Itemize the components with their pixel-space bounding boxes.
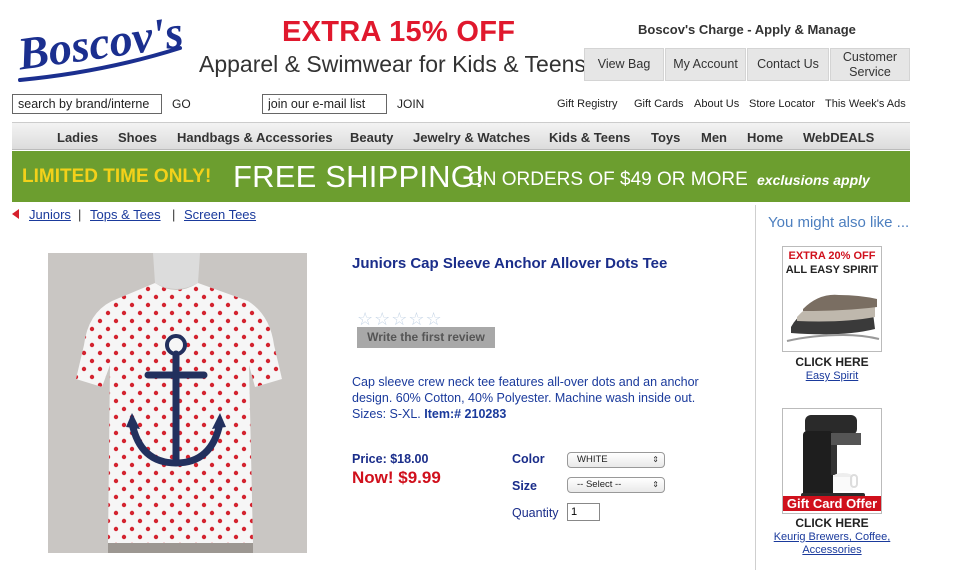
breadcrumb-juniors[interactable]: Juniors (29, 207, 71, 222)
select-arrows-icon: ⇕ (652, 480, 659, 489)
charge-apply-link[interactable]: Boscov's Charge - Apply & Manage (638, 22, 856, 37)
breadcrumb-screen-tees[interactable]: Screen Tees (184, 207, 256, 222)
customer-service-button[interactable]: Customer Service (830, 48, 910, 81)
contact-us-button[interactable]: Contact Us (747, 48, 829, 81)
ad-easy-spirit-click-here[interactable]: CLICK HERE (782, 355, 882, 369)
my-account-button[interactable]: My Account (665, 48, 746, 81)
nav-shoes[interactable]: Shoes (118, 130, 157, 145)
breadcrumb-back-arrow-icon[interactable] (12, 209, 19, 219)
nav-webdeals[interactable]: WebDEALS (803, 130, 874, 145)
search-go-button[interactable]: GO (172, 97, 191, 111)
banner-limited-time: LIMITED TIME ONLY! (22, 166, 212, 187)
quantity-input[interactable] (567, 503, 600, 521)
nav-beauty[interactable]: Beauty (350, 130, 393, 145)
original-price: Price: $18.00 (352, 452, 429, 466)
ad-keurig-link[interactable]: Keurig Brewers, Coffee, Accessories (770, 531, 894, 556)
product-item-number: Item:# 210283 (424, 407, 507, 421)
write-first-review-button[interactable]: Write the first review (357, 327, 495, 348)
sidebar-heading: You might also like ... (768, 214, 910, 231)
quantity-label: Quantity (512, 506, 559, 520)
promo-headline[interactable]: EXTRA 15% OFF (282, 16, 515, 49)
nav-handbags-accessories[interactable]: Handbags & Accessories (177, 130, 333, 145)
email-join-button[interactable]: JOIN (397, 97, 424, 111)
sale-price: Now! $9.99 (352, 468, 441, 487)
breadcrumb-separator: | (172, 207, 176, 222)
ad-easy-spirit-headline1: EXTRA 20% OFF (788, 250, 876, 262)
product-image[interactable] (48, 253, 307, 553)
product-description-text: Cap sleeve crew neck tee features all-ov… (352, 375, 699, 421)
product-description: Cap sleeve crew neck tee features all-ov… (352, 374, 732, 422)
main-nav: Ladies Shoes Handbags & Accessories Beau… (12, 122, 910, 150)
ad-keurig[interactable]: Gift Card Offer (782, 408, 882, 514)
nav-men[interactable]: Men (701, 130, 727, 145)
breadcrumb-separator: | (78, 207, 82, 222)
ad-easy-spirit-headline2: ALL EASY SPIRIT (785, 264, 879, 276)
nav-toys[interactable]: Toys (651, 130, 680, 145)
size-label: Size (512, 479, 538, 493)
promo-subtitle[interactable]: Apparel & Swimwear for Kids & Teens (199, 51, 586, 78)
nav-home[interactable]: Home (747, 130, 783, 145)
ad-keurig-gift-card-offer: Gift Card Offer (783, 496, 881, 511)
breadcrumb-tops-tees[interactable]: Tops & Tees (90, 207, 161, 222)
color-select[interactable]: WHITE ⇕ (567, 452, 665, 468)
sidebar-divider (755, 205, 756, 570)
util-link-weekly-ads[interactable]: This Week's Ads (825, 98, 906, 110)
banner-order-minimum: ON ORDERS OF $49 OR MORE (468, 169, 748, 190)
banner-free-shipping: FREE SHIPPING! (233, 159, 484, 194)
view-bag-button[interactable]: View Bag (584, 48, 664, 81)
boscovs-logo[interactable]: Boscov's (14, 6, 186, 92)
ad-keurig-click-here[interactable]: CLICK HERE (782, 516, 882, 530)
search-input[interactable] (12, 94, 162, 114)
ad-easy-spirit[interactable]: EXTRA 20% OFF ALL EASY SPIRIT (782, 246, 882, 352)
util-link-gift-registry[interactable]: Gift Registry (557, 98, 618, 110)
ad-easy-spirit-link[interactable]: Easy Spirit (782, 370, 882, 383)
email-signup-input[interactable] (262, 94, 387, 114)
banner-exclusions: exclusions apply (757, 172, 870, 188)
util-link-about-us[interactable]: About Us (694, 98, 739, 110)
nav-ladies[interactable]: Ladies (57, 130, 98, 145)
product-title: Juniors Cap Sleeve Anchor Allover Dots T… (352, 255, 668, 272)
color-select-value: WHITE (577, 454, 608, 465)
util-link-store-locator[interactable]: Store Locator (749, 98, 815, 110)
color-label: Color (512, 452, 545, 466)
nav-jewelry-watches[interactable]: Jewelry & Watches (413, 130, 530, 145)
nav-kids-teens[interactable]: Kids & Teens (549, 130, 630, 145)
free-shipping-banner[interactable]: LIMITED TIME ONLY! FREE SHIPPING! ON ORD… (12, 151, 910, 202)
util-link-gift-cards[interactable]: Gift Cards (634, 98, 684, 110)
size-select[interactable]: -- Select -- ⇕ (567, 477, 665, 493)
size-select-value: -- Select -- (577, 479, 622, 490)
select-arrows-icon: ⇕ (652, 455, 659, 464)
